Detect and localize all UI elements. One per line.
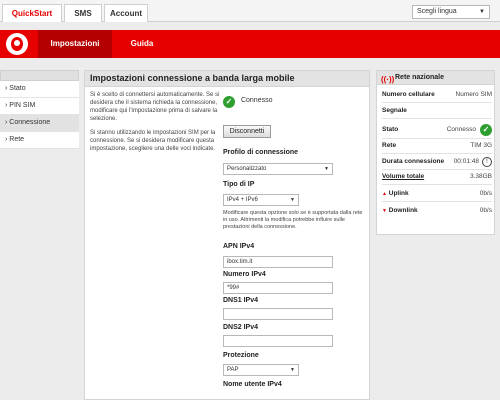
state-value: Connesso xyxy=(446,126,476,133)
downlink-label: Downlink xyxy=(388,207,418,214)
sidebar-item-rete[interactable]: › Rete xyxy=(0,132,79,149)
downlink-value: 0b/s xyxy=(479,207,492,214)
network-status-title: ((·)) Rete nazionale xyxy=(377,71,494,85)
uplink-label: Uplink xyxy=(388,190,409,197)
connection-status: ✓ Connesso xyxy=(223,96,272,108)
volume-value: 3.38GB xyxy=(469,173,492,180)
uplink-key: ▲ Uplink xyxy=(382,189,409,199)
vodafone-logo-icon xyxy=(6,33,28,55)
sim-settings-text: Si stanno utilizzando le impostazioni SI… xyxy=(90,130,216,152)
dns1-label: DNS1 IPv4 xyxy=(223,297,259,304)
clock-icon: ! xyxy=(482,157,492,167)
divider xyxy=(382,138,492,139)
downlink-arrow-icon: ▼ xyxy=(382,208,387,214)
uplink-value: 0b/s xyxy=(479,190,492,197)
check-icon: ✓ xyxy=(223,96,235,108)
apn-input[interactable]: ibox.tim.it xyxy=(223,256,333,268)
dns2-label: DNS2 IPv4 xyxy=(223,324,259,331)
sidebar-item-connessione[interactable]: › Connessione xyxy=(0,115,79,132)
number-label: Numero IPv4 xyxy=(223,271,266,278)
chevron-down-icon: ▼ xyxy=(324,166,329,172)
top-bar: QuickStart SMS Account Scegli lingua ▼ xyxy=(0,0,500,22)
divider xyxy=(382,169,492,170)
sidebar-item-stato[interactable]: › Stato xyxy=(0,81,79,98)
network-row: Rete TIM 3G xyxy=(382,141,492,151)
number-input[interactable]: *99# xyxy=(223,282,333,294)
uplink-row: ▲ Uplink 0b/s xyxy=(382,189,492,199)
chevron-down-icon: ▼ xyxy=(290,197,295,203)
page-title: Impostazioni connessione a banda larga m… xyxy=(85,71,369,87)
auto-connect-text: Si è scelto di connettersi automaticamen… xyxy=(90,92,220,122)
chevron-down-icon: ▼ xyxy=(479,9,485,15)
divider xyxy=(382,201,492,202)
duration-row: Durata connessione 00:01:48 ! xyxy=(382,157,492,167)
phone-number-key: Numero cellulare xyxy=(382,91,435,98)
sidebar-header xyxy=(0,70,79,81)
dns1-input[interactable] xyxy=(223,308,333,320)
language-value: Scegli lingua xyxy=(417,8,457,15)
ip-type-value: IPv4 + IPv6 xyxy=(227,197,258,203)
profile-select[interactable]: Personalizzato ▼ xyxy=(223,163,333,175)
connection-settings-panel: Impostazioni connessione a banda larga m… xyxy=(84,70,370,400)
nav-guida[interactable]: Guida xyxy=(112,30,172,58)
disconnect-button[interactable]: Disconnetti xyxy=(223,125,271,138)
duration-key: Durata connessione xyxy=(382,158,445,165)
divider xyxy=(382,102,492,103)
state-key: Stato xyxy=(382,126,399,133)
sidebar: › Stato › PIN SIM › Connessione › Rete xyxy=(0,70,79,149)
connection-status-text: Connesso xyxy=(240,97,273,104)
signal-row: Segnale xyxy=(382,106,492,116)
tab-sms[interactable]: SMS xyxy=(64,4,102,22)
antenna-icon: ((·)) xyxy=(381,75,395,84)
protection-select[interactable]: PAP ▼ xyxy=(223,364,299,376)
downlink-row: ▼ Downlink 0b/s xyxy=(382,206,492,216)
tab-account[interactable]: Account xyxy=(104,4,148,22)
phone-number-value: Numero SIM xyxy=(455,91,492,98)
divider xyxy=(382,153,492,154)
phone-number-row: Numero cellulare Numero SIM xyxy=(382,90,492,100)
language-select[interactable]: Scegli lingua ▼ xyxy=(412,5,490,19)
profile-label: Profilo di connessione xyxy=(223,149,299,156)
state-row: Stato Connesso ✓ xyxy=(382,124,492,136)
network-value: TIM 3G xyxy=(470,142,492,149)
signal-key: Segnale xyxy=(382,107,407,114)
divider xyxy=(382,184,492,185)
tab-quickstart[interactable]: QuickStart xyxy=(2,4,62,22)
protection-label: Protezione xyxy=(223,352,259,359)
profile-value: Personalizzato xyxy=(227,166,267,172)
volume-key[interactable]: Volume totale xyxy=(382,172,424,182)
volume-row: Volume totale 3.38GB xyxy=(382,172,492,182)
duration-value: 00:01:48 xyxy=(453,158,479,165)
network-status-panel: ((·)) Rete nazionale Numero cellulare Nu… xyxy=(376,70,495,235)
uplink-arrow-icon: ▲ xyxy=(382,191,387,197)
apn-label: APN IPv4 xyxy=(223,243,255,250)
nav-impostazioni[interactable]: Impostazioni xyxy=(38,30,112,58)
ip-type-note: Modificare questa opzione solo se è supp… xyxy=(223,210,363,230)
ip-type-select[interactable]: IPv4 + IPv6 ▼ xyxy=(223,194,299,206)
sidebar-item-pin-sim[interactable]: › PIN SIM xyxy=(0,98,79,115)
username-label: Nome utente IPv4 xyxy=(223,381,282,388)
main-nav: Impostazioni Guida xyxy=(0,30,500,58)
ip-type-label: Tipo di IP xyxy=(223,181,255,188)
check-icon: ✓ xyxy=(480,124,492,136)
network-key: Rete xyxy=(382,142,397,149)
downlink-key: ▼ Downlink xyxy=(382,206,418,216)
protection-value: PAP xyxy=(227,367,239,373)
dns2-input[interactable] xyxy=(223,335,333,347)
network-status-title-text: Rete nazionale xyxy=(395,74,445,81)
divider xyxy=(382,118,492,119)
chevron-down-icon: ▼ xyxy=(290,367,295,373)
